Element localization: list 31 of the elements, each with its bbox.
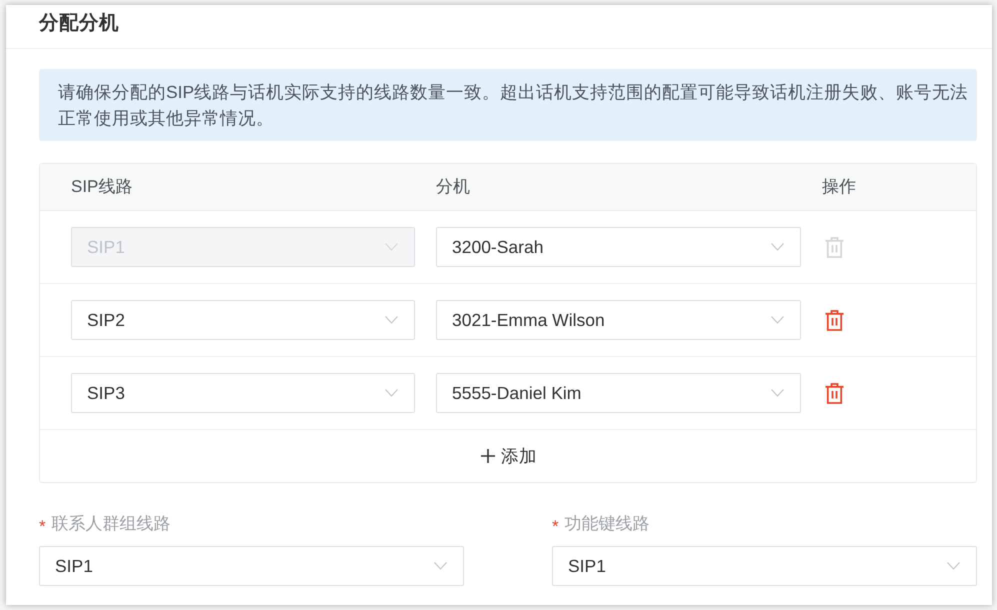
chevron-down-icon (385, 316, 398, 324)
trash-icon (825, 310, 844, 330)
trash-icon (825, 382, 844, 404)
line-select[interactable]: SIP1 (552, 546, 977, 586)
extension-select[interactable]: 5555-Daniel Kim (436, 373, 801, 413)
required-mark: * (552, 516, 559, 534)
chevron-down-icon (385, 243, 398, 251)
panel-title: 分配分机 (39, 10, 119, 36)
delete-button[interactable] (825, 310, 844, 330)
chevron-down-icon (771, 316, 784, 324)
required-mark: * (39, 516, 46, 534)
column-header: 分机 (436, 176, 470, 198)
chevron-down-icon (947, 562, 960, 570)
column-header: 操作 (822, 176, 856, 198)
chevron-down-icon (385, 389, 398, 397)
field-label: 联系人群组线路 (52, 513, 171, 536)
delete-button[interactable] (825, 382, 844, 404)
notice-banner: 请确保分配的SIP线路与话机实际支持的线路数量一致。超出话机支持范围的配置可能导致话机注册失败、账号无法正常使用或其他异常情况。 (39, 69, 977, 141)
chevron-down-icon (434, 562, 447, 570)
add-button[interactable]: 添加 (479, 442, 537, 470)
sip-line-select[interactable]: SIP2 (71, 300, 415, 340)
extension-select[interactable]: 3021-Emma Wilson (436, 300, 801, 340)
chevron-down-icon (771, 243, 784, 251)
extension-select[interactable]: 3200-Sarah (436, 227, 801, 267)
field-label: 功能键线路 (564, 513, 650, 536)
column-header: SIP线路 (71, 176, 132, 198)
trash-icon (825, 236, 844, 258)
sip-line-select[interactable]: SIP3 (71, 373, 415, 413)
chevron-down-icon (771, 389, 784, 397)
plus-icon (481, 449, 495, 463)
line-select[interactable]: SIP1 (39, 546, 464, 586)
